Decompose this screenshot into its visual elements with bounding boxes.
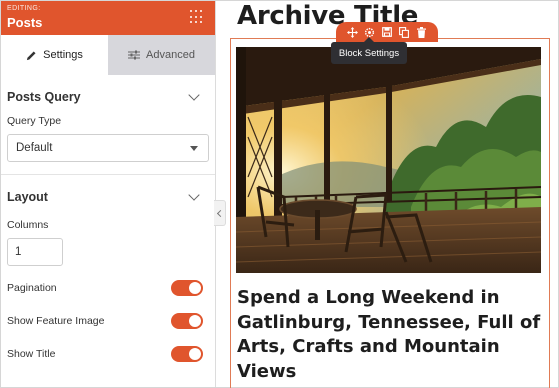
show-title-toggle[interactable] bbox=[171, 345, 203, 362]
tab-settings[interactable]: Settings bbox=[1, 35, 108, 75]
duplicate-icon[interactable] bbox=[398, 26, 410, 38]
sliders-icon bbox=[128, 50, 141, 60]
show-feature-image-label: Show Feature Image bbox=[7, 314, 105, 327]
show-feature-image-toggle[interactable] bbox=[171, 312, 203, 329]
columns-label: Columns bbox=[7, 219, 49, 231]
show-title-label: Show Title bbox=[7, 347, 56, 360]
posts-query-heading: Posts Query bbox=[7, 90, 81, 104]
layout-heading: Layout bbox=[7, 189, 48, 204]
tab-advanced-label: Advanced bbox=[146, 49, 195, 61]
pagination-toggle[interactable] bbox=[171, 279, 203, 296]
query-type-value: Default bbox=[16, 142, 53, 154]
featured-image[interactable] bbox=[236, 47, 541, 273]
grid-dots-icon[interactable] bbox=[190, 10, 204, 24]
move-icon[interactable] bbox=[347, 26, 359, 38]
sidebar-header: EDITING: Posts bbox=[1, 1, 215, 35]
page-canvas: Archive Title Block Settings Spend a Lon… bbox=[228, 0, 559, 388]
query-type-select[interactable]: Default bbox=[7, 134, 209, 162]
chevron-left-icon bbox=[216, 209, 225, 217]
block-toolbar bbox=[336, 22, 438, 42]
settings-sidebar: EDITING: Posts Settings Advanced Posts Q… bbox=[1, 1, 216, 387]
sidebar-tabs: Settings Advanced bbox=[1, 35, 215, 75]
show-title-row: Show Title bbox=[1, 337, 215, 370]
layout-section-header[interactable]: Layout bbox=[1, 174, 215, 218]
query-type-label: Query Type bbox=[7, 115, 62, 127]
collapse-sidebar-button[interactable] bbox=[214, 200, 226, 226]
columns-input[interactable]: 1 bbox=[7, 238, 63, 266]
pagination-label: Pagination bbox=[7, 281, 57, 294]
chevron-down-icon bbox=[188, 188, 200, 201]
post-title[interactable]: Spend a Long Weekend in Gatlinburg, Tenn… bbox=[237, 286, 555, 384]
editing-label: EDITING: bbox=[7, 5, 41, 12]
block-settings-tooltip: Block Settings bbox=[331, 37, 407, 64]
show-feature-image-row: Show Feature Image bbox=[1, 304, 215, 337]
pencil-icon bbox=[26, 50, 37, 61]
block-title: Posts bbox=[7, 15, 43, 30]
pagination-row: Pagination bbox=[1, 271, 215, 304]
trash-icon[interactable] bbox=[415, 26, 427, 38]
tab-advanced[interactable]: Advanced bbox=[108, 35, 215, 75]
posts-query-section-header[interactable]: Posts Query bbox=[1, 75, 215, 119]
save-icon[interactable] bbox=[381, 26, 393, 38]
tab-settings-label: Settings bbox=[43, 49, 83, 61]
chevron-down-icon bbox=[188, 89, 200, 101]
caret-down-icon bbox=[190, 145, 198, 151]
